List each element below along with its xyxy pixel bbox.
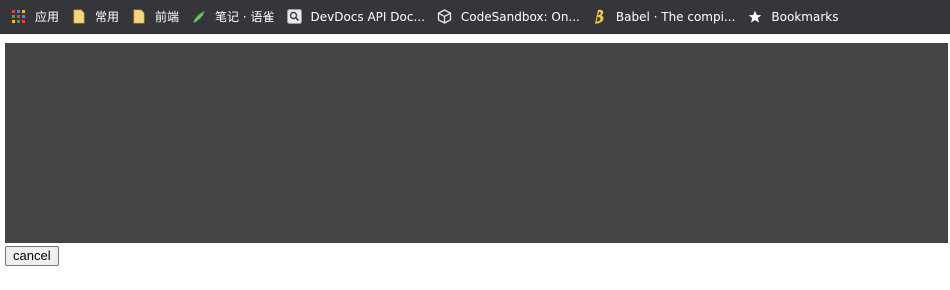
folder-icon — [71, 9, 87, 25]
bookmark-label: 笔记 · 语雀 — [215, 9, 275, 24]
bookmark-folder-common[interactable]: 常用 — [66, 4, 126, 30]
content-panel — [5, 43, 948, 243]
bookmark-bookmarks[interactable]: Bookmarks — [742, 4, 845, 30]
bookmark-babel[interactable]: Babel · The compi... — [587, 4, 743, 30]
yuque-bird-icon — [191, 9, 207, 25]
bookmark-label: 应用 — [35, 9, 60, 24]
apps-grid-icon — [11, 9, 27, 25]
bookmark-folder-frontend[interactable]: 前端 — [126, 4, 186, 30]
bookmark-label: Babel · The compi... — [615, 9, 736, 24]
bookmark-yuque[interactable]: 笔记 · 语雀 — [186, 4, 281, 30]
bookmark-label: 常用 — [95, 9, 120, 24]
bookmark-label: CodeSandbox: On... — [460, 9, 580, 24]
bookmark-apps[interactable]: 应用 — [6, 4, 66, 30]
babel-b-icon — [592, 9, 608, 25]
bookmark-label: 前端 — [155, 9, 180, 24]
bookmark-label: DevDocs API Doc... — [310, 9, 425, 24]
devdocs-search-icon — [287, 9, 303, 25]
folder-icon — [131, 9, 147, 25]
star-icon — [747, 9, 763, 25]
bookmark-codesandbox[interactable]: CodeSandbox: On... — [432, 4, 587, 30]
cancel-button[interactable]: cancel — [5, 246, 59, 266]
bookmark-devdocs[interactable]: DevDocs API Doc... — [282, 4, 432, 30]
codesandbox-cube-icon — [437, 9, 453, 25]
bookmarks-bar: 应用 常用 前端 笔记 · 语雀 DevDocs API Doc... Code… — [0, 0, 950, 34]
bookmark-label: Bookmarks — [771, 9, 839, 24]
